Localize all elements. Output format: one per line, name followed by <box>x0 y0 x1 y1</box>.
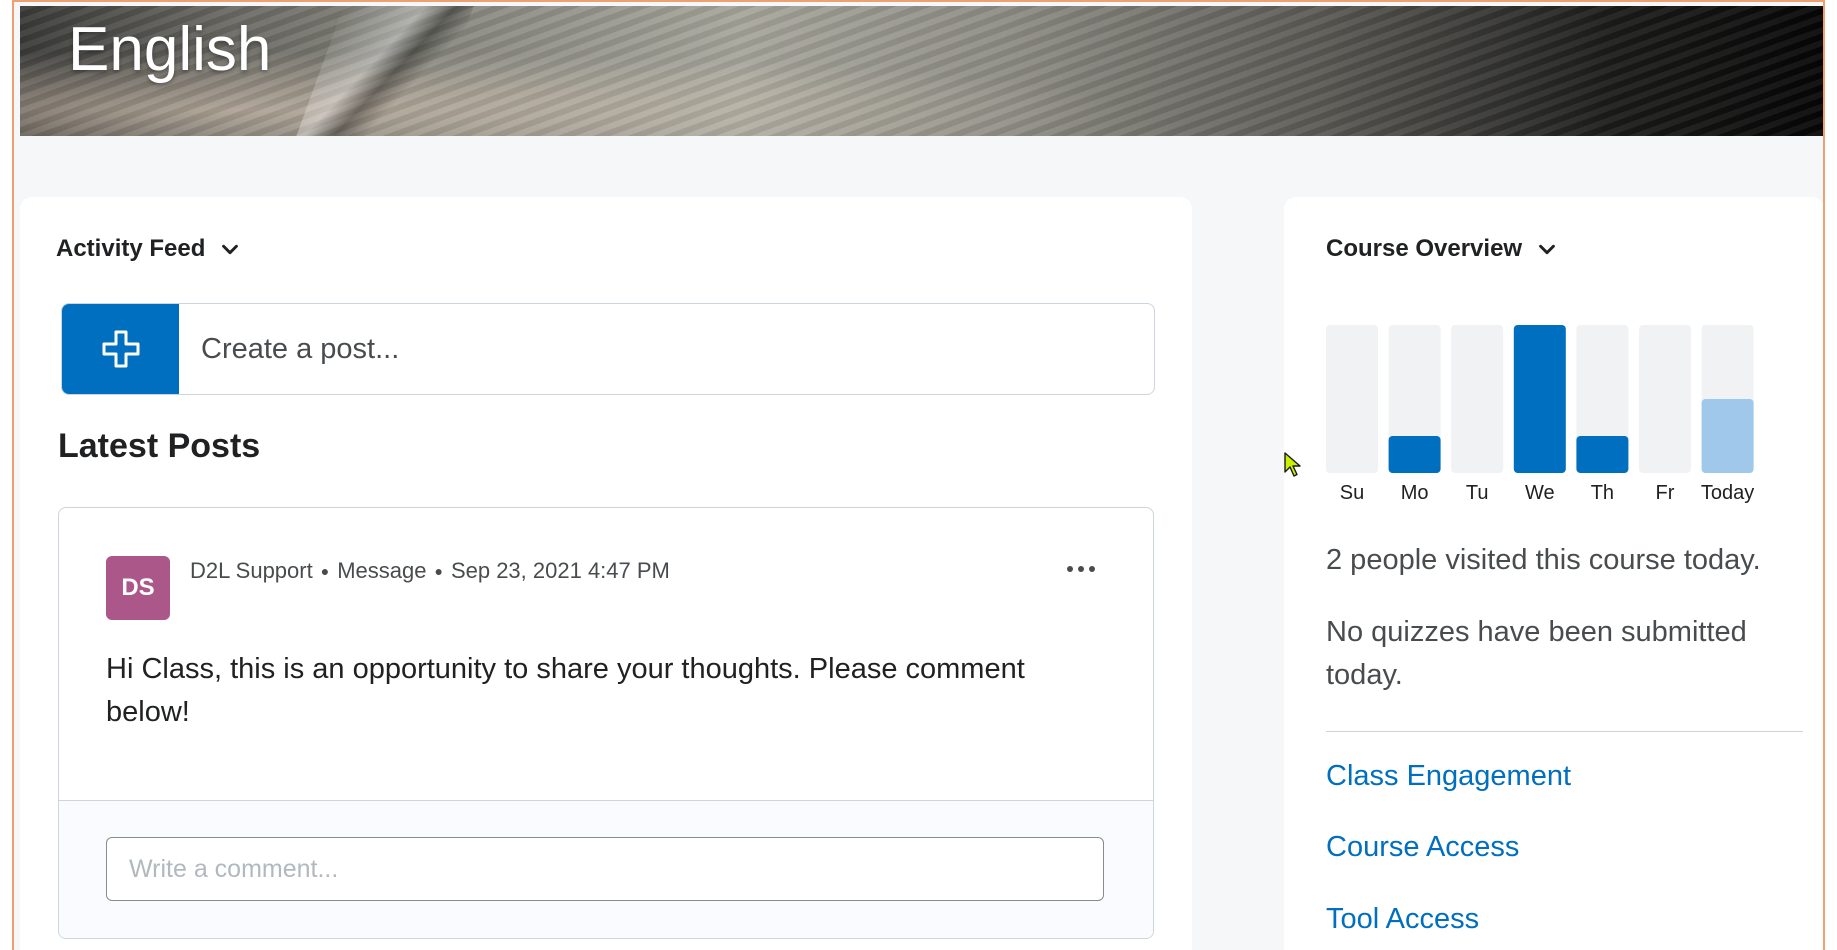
chevron-down-icon <box>1539 244 1555 255</box>
bar-track <box>1451 325 1504 473</box>
post-author: D2L Support <box>190 558 313 583</box>
tick-label-mo: Mo <box>1401 482 1429 504</box>
bar-mo[interactable] <box>1388 436 1441 473</box>
post-body: Hi Class, this is an opportunity to shar… <box>106 653 1025 728</box>
quizzes-text: No quizzes have been submitted today. <box>1326 616 1747 691</box>
latest-posts-title: Latest Posts <box>58 427 261 465</box>
avatar[interactable]: DS <box>106 556 170 620</box>
divider <box>1326 731 1803 732</box>
create-post-input[interactable]: Create a post... <box>179 304 399 394</box>
plus-icon <box>102 330 139 368</box>
post-type: Message <box>337 558 427 583</box>
course-title: English <box>68 15 272 84</box>
tick-label-we: We <box>1525 482 1555 504</box>
bar-track <box>1639 325 1691 473</box>
more-options-icon[interactable] <box>1067 566 1095 572</box>
comment-input[interactable] <box>106 837 1104 901</box>
comment-area <box>59 800 1153 938</box>
tool-access-link[interactable]: Tool Access <box>1326 903 1479 936</box>
app-frame: English Activity Feed Create a post... L… <box>12 0 1825 950</box>
post-meta: D2L Support ● Message ● Sep 23, 2021 4:4… <box>190 558 670 584</box>
class-engagement-link[interactable]: Class Engagement <box>1326 760 1571 793</box>
visits-bar-chart: Su Mo Tu We Th Fr Today <box>1326 325 1754 504</box>
bar-th[interactable] <box>1576 436 1629 473</box>
tick-label-fr: Fr <box>1656 482 1675 504</box>
create-post-bar[interactable]: Create a post... <box>61 303 1155 395</box>
activity-feed-panel: Activity Feed Create a post... Latest Po… <box>20 197 1192 950</box>
bar-we[interactable] <box>1513 325 1566 473</box>
tick-label-th: Th <box>1591 482 1614 504</box>
course-access-link[interactable]: Course Access <box>1326 831 1519 864</box>
visits-text: 2 people visited this course today. <box>1326 544 1761 576</box>
activity-feed-header: Activity Feed <box>56 235 206 262</box>
activity-feed-menu[interactable]: Activity Feed <box>56 235 241 263</box>
bar-track <box>1326 325 1378 473</box>
tick-label-su: Su <box>1340 482 1364 504</box>
course-overview-panel: Course Overview Su Mo Tu We Th Fr Today 2 peop… <box>1284 197 1823 950</box>
tick-label-tu: Tu <box>1466 482 1489 504</box>
separator-dot-icon: ● <box>320 563 330 579</box>
separator-dot-icon: ● <box>434 563 443 579</box>
course-overview-menu[interactable]: Course Overview <box>1326 235 1558 263</box>
tick-label-today: Today <box>1701 482 1754 504</box>
post-timestamp: Sep 23, 2021 4:47 PM <box>450 558 670 583</box>
chevron-down-icon <box>222 244 239 255</box>
course-banner: English <box>20 6 1823 136</box>
course-overview-header: Course Overview <box>1326 235 1523 262</box>
post-card: DS D2L Support ● Message ● Sep 23, 2021 … <box>58 507 1154 939</box>
bar-today[interactable] <box>1701 399 1754 473</box>
mouse-cursor-icon <box>1284 452 1301 477</box>
create-post-button[interactable] <box>62 304 179 394</box>
